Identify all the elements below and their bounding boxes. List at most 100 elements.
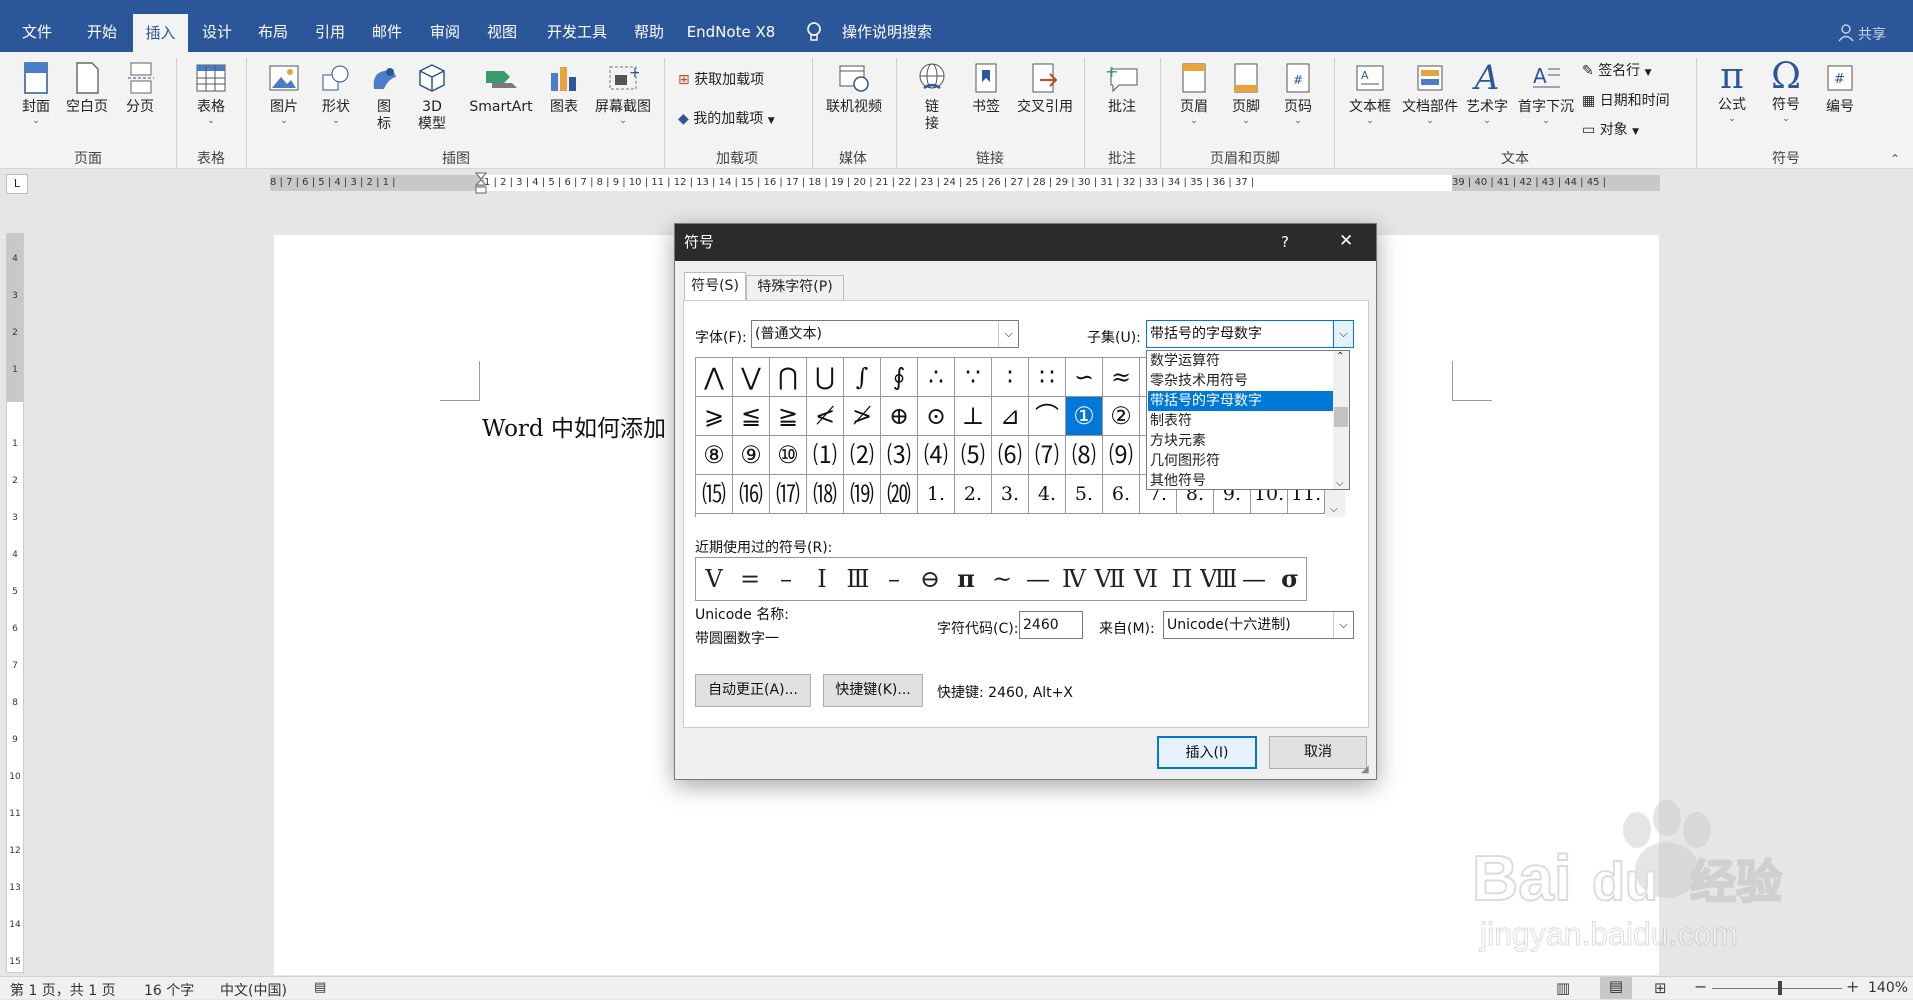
symbol-cell[interactable]: ⑺ [1029,436,1066,475]
symbol-button[interactable]: Ω 符号 ⌄ [1764,58,1808,124]
symbol-cell[interactable]: 2. [955,475,992,514]
zoom-out-button[interactable]: − [1694,977,1707,996]
symbol-cell[interactable]: ⋁ [733,358,770,397]
symbol-cell[interactable]: ⩾ [696,397,733,436]
object-button[interactable]: ▭ 对象 ▼ [1582,119,1639,139]
header-button[interactable]: 页眉 ⌄ [1174,60,1214,126]
recent-symbol-cell[interactable]: Ⅴ [696,558,733,600]
online-video-button[interactable]: 联机视频 [822,60,886,116]
tab-review[interactable]: 审阅 [420,0,470,52]
collapse-ribbon-icon[interactable]: ⌃ [1890,152,1900,166]
shortcut-key-button[interactable]: 快捷键(K)... [823,674,923,707]
zoom-in-button[interactable]: + [1846,977,1859,996]
font-select[interactable]: (普通文本) ⌵ [751,320,1019,348]
tab-developer[interactable]: 开发工具 [537,0,617,52]
chevron-down-icon[interactable]: ⌵ [1336,478,1344,489]
insert-button[interactable]: 插入(I) [1157,736,1257,769]
tab-view[interactable]: 视图 [477,0,527,52]
symbol-cell[interactable]: ⑴ [807,436,844,475]
symbol-cell[interactable]: ⑨ [733,436,770,475]
blank-page-button[interactable]: 空白页 [62,60,112,116]
tab-references[interactable]: 引用 [305,0,355,52]
symbol-cell[interactable]: ⒅ [807,475,844,514]
quick-parts-button[interactable]: 文档部件 ⌄ [1398,60,1462,126]
symbol-cell[interactable]: ⑸ [955,436,992,475]
dialog-titlebar[interactable]: 符号 [675,224,1376,261]
symbol-cell[interactable]: ≯ [844,397,881,436]
recent-symbol-cell[interactable]: – [768,558,805,600]
recent-symbol-cell[interactable]: – [876,558,913,600]
tab-special-characters[interactable]: 特殊字符(P) [746,275,844,300]
footer-button[interactable]: 页脚 ⌄ [1226,60,1266,126]
tab-help[interactable]: 帮助 [624,0,674,52]
symbol-cell[interactable]: ⒇ [881,475,918,514]
link-button[interactable]: 链接 [914,60,950,133]
subset-option[interactable]: 其他符号 [1148,471,1334,489]
recent-symbol-cell[interactable]: Π [1164,558,1201,600]
subset-option-selected[interactable]: 带括号的字母数字 [1148,391,1334,411]
text-box-button[interactable]: A 文本框 ⌄ [1344,60,1396,126]
symbol-cell[interactable]: ⒂ [696,475,733,514]
symbol-cell[interactable]: ⑧ [696,436,733,475]
symbol-cell[interactable]: ⒃ [733,475,770,514]
symbol-cell[interactable]: ≮ [807,397,844,436]
equation-button[interactable]: π 公式 ⌄ [1710,58,1754,124]
symbol-cell[interactable]: ⌒ [1029,397,1066,436]
symbol-cell[interactable]: ∵ [955,358,992,397]
subset-option[interactable]: 方块元素 [1148,431,1334,451]
tab-file[interactable]: 文件 [8,0,66,52]
chevron-up-icon[interactable]: ⌃ [1336,351,1344,362]
symbol-cell[interactable]: ⋂ [770,358,807,397]
signature-line-button[interactable]: ✎ 签名行 ▼ [1582,60,1652,80]
symbol-cell[interactable]: 5. [1066,475,1103,514]
number-button[interactable]: # 编号 [1818,60,1862,116]
symbol-cell[interactable]: 3. [992,475,1029,514]
symbol-cell[interactable]: ⋀ [696,358,733,397]
symbol-cell-selected[interactable]: ① [1066,397,1103,436]
autocorrect-button[interactable]: 自动更正(A)... [695,674,811,707]
drop-cap-button[interactable]: A 首字下沉 ⌄ [1514,60,1578,126]
tab-design[interactable]: 设计 [192,0,242,52]
scrollbar-thumb[interactable] [1334,407,1348,427]
symbol-cell[interactable]: ⒄ [770,475,807,514]
zoom-slider-track[interactable] [1712,988,1842,989]
symbol-cell[interactable]: ∶ [992,358,1029,397]
recent-symbol-cell[interactable]: Ⅳ [1056,558,1093,600]
symbol-cell[interactable]: ∷ [1029,358,1066,397]
tab-endnote[interactable]: EndNote X8 [680,0,782,52]
tell-me-search[interactable]: 操作说明搜索 [832,0,942,52]
symbol-cell[interactable]: ⑵ [844,436,881,475]
symbol-cell[interactable]: ⋃ [807,358,844,397]
smartart-button[interactable]: SmartArt [466,60,536,116]
cancel-button[interactable]: 取消 [1269,736,1367,769]
shapes-button[interactable]: 形状 ⌄ [314,60,358,126]
language-status[interactable]: 中文(中国) [220,980,287,1000]
page-break-button[interactable]: 分页 [118,60,162,116]
chevron-down-icon[interactable]: ⌵ [1333,321,1353,347]
share-button[interactable]: 共享 [1858,24,1886,44]
symbol-cell[interactable]: ∴ [918,358,955,397]
char-code-input[interactable]: 2460 [1019,611,1083,639]
comment-button[interactable]: + 批注 [1098,60,1146,116]
zoom-level[interactable]: 140% [1868,980,1908,996]
recent-symbol-cell[interactable]: Ⅵ [1128,558,1165,600]
recent-symbol-cell[interactable]: — [1020,558,1057,600]
subset-option[interactable]: 零杂技术用符号 [1148,371,1334,391]
symbol-cell[interactable]: ② [1103,397,1140,436]
symbol-cell[interactable]: ⑼ [1103,436,1140,475]
recent-symbol-cell[interactable]: Ⅲ [840,558,877,600]
symbol-cell[interactable]: ⊙ [918,397,955,436]
symbol-cell[interactable]: ∮ [881,358,918,397]
tab-home[interactable]: 开始 [76,0,128,52]
symbol-cell[interactable]: 4. [1029,475,1066,514]
date-time-button[interactable]: ▦ 日期和时间 [1582,90,1670,110]
tab-layout[interactable]: 布局 [248,0,298,52]
picture-button[interactable]: 图片 ⌄ [262,60,306,126]
symbol-cell[interactable]: ⊿ [992,397,1029,436]
symbol-cell[interactable]: ⑷ [918,436,955,475]
from-select[interactable]: Unicode(十六进制) ⌵ [1163,611,1354,639]
web-layout-icon[interactable]: ⊞ [1654,979,1667,997]
recent-symbol-cell[interactable]: Ⅷ [1200,558,1237,600]
read-mode-icon[interactable]: ▥ [1556,979,1570,997]
symbol-cell[interactable]: ⑻ [1066,436,1103,475]
